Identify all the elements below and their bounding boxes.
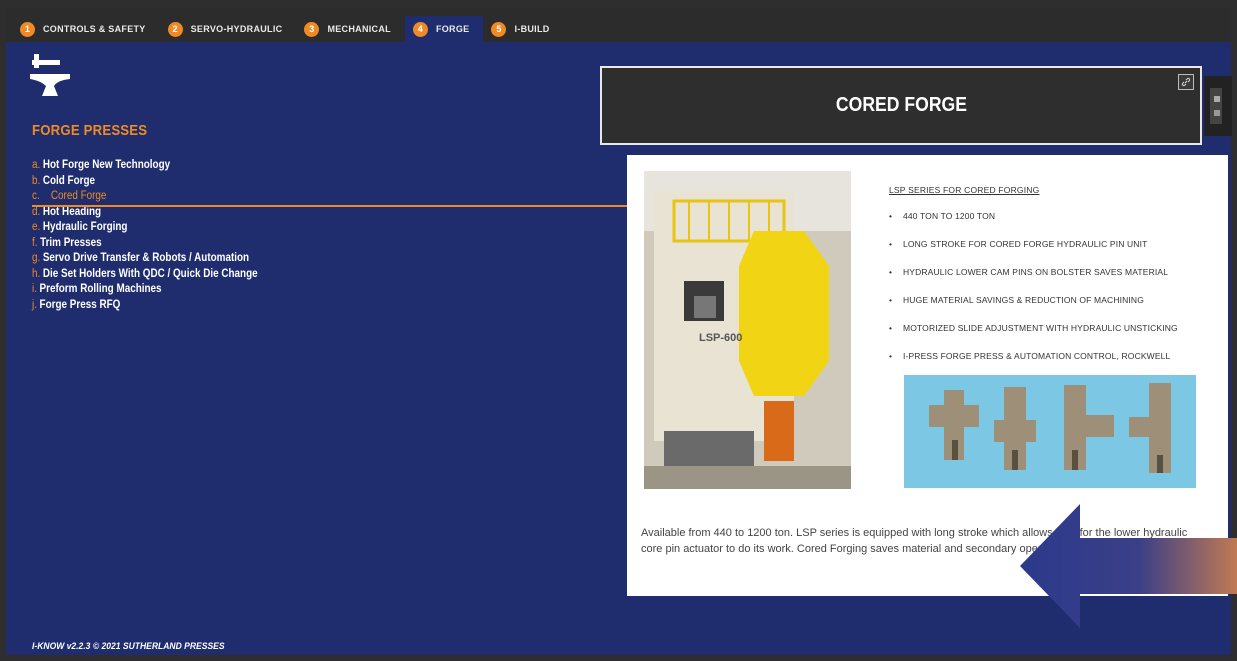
menu-item-label: Trim Presses: [40, 236, 102, 249]
section-title: FORGE PRESSES: [32, 122, 148, 139]
panel-title: CORED FORGE: [835, 94, 967, 116]
menu-item-label: Cold Forge: [42, 174, 96, 187]
menu-item-cold-forge[interactable]: b. Cold Forge: [32, 174, 258, 190]
menu-item-letter: f.: [32, 236, 38, 249]
menu-item-letter: h.: [32, 267, 41, 280]
forge-menu: a. Hot Forge New Technology b. Cold Forge …: [32, 158, 294, 313]
version-footer: I-KNOW v2.2.3 © 2021 SUTHERLAND PRESSES: [32, 641, 225, 652]
menu-item-forge-press-rfq[interactable]: j. Forge Press RFQ: [32, 298, 258, 314]
press-photo: LSP-600: [644, 171, 851, 489]
menu-item-letter: c.: [32, 190, 40, 202]
menu-item-letter: j.: [32, 298, 37, 311]
menu-item-trim-presses[interactable]: f. Trim Presses: [32, 236, 258, 252]
menu-item-label: Forge Press RFQ: [39, 298, 121, 311]
menu-item-label: Hydraulic Forging: [42, 221, 128, 233]
menu-item-die-set-holders[interactable]: h. Die Set Holders With QDC / Quick Die C…: [32, 267, 258, 283]
spec-item-text: HYDRAULIC LOWER CAM PINS ON BOLSTER SAVE…: [903, 267, 1169, 277]
spec-item-text: LONG STROKE FOR CORED FORGE HYDRAULIC PI…: [903, 239, 1148, 249]
tab-i-build[interactable]: 5 I-BUILD: [483, 16, 563, 42]
menu-item-label: Die Set Holders With QDC / Quick Die Cha…: [42, 267, 258, 280]
anvil-icon: [30, 54, 70, 96]
spec-item-text: HUGE MATERIAL SAVINGS & REDUCTION OF MAC…: [903, 295, 1144, 305]
press-model-label: LSP-600: [699, 332, 742, 344]
tab-number-badge: 3: [304, 21, 320, 37]
tab-label: SERVO-HYDRAULIC: [190, 24, 283, 34]
tab-forge[interactable]: 4 FORGE: [404, 16, 484, 42]
menu-item-letter: g.: [32, 252, 41, 264]
tab-label: MECHANICAL: [327, 24, 391, 34]
tab-number-badge: 5: [491, 21, 507, 37]
menu-item-hydraulic-forging[interactable]: e. Hydraulic Forging: [32, 220, 258, 236]
spec-item: • HYDRAULIC LOWER CAM PINS ON BOLSTER SAV…: [889, 267, 1169, 277]
spec-heading: LSP SERIES FOR CORED FORGING: [889, 185, 1040, 195]
menu-item-label: Preform Rolling Machines: [39, 283, 162, 295]
spec-item: • MOTORIZED SLIDE ADJUSTMENT WITH HYDRAUL…: [889, 323, 1178, 333]
spec-item: • LONG STROKE FOR CORED FORGE HYDRAULIC P…: [889, 239, 1148, 249]
spec-item-text: 440 TON TO 1200 TON: [903, 211, 996, 221]
menu-item-cored-forge[interactable]: c. Cored Forge: [32, 189, 258, 205]
tab-label: I-BUILD: [514, 24, 550, 34]
menu-item-label: Hot Forge New Technology: [42, 159, 171, 171]
spec-item-text: I-PRESS FORGE PRESS & AUTOMATION CONTROL…: [903, 351, 1171, 361]
menu-item-label: Servo Drive Transfer & Robots / Automati…: [42, 252, 250, 264]
tab-servo-hydraulic[interactable]: 2 SERVO-HYDRAULIC: [160, 16, 297, 42]
menu-item-label: Hot Heading: [42, 205, 102, 218]
panel-header: CORED FORGE: [600, 66, 1202, 145]
spec-item: • 440 TON TO 1200 TON: [889, 211, 996, 221]
tab-number-badge: 4: [412, 21, 428, 37]
menu-item-letter: e.: [32, 221, 41, 233]
menu-item-servo-drive-transfer[interactable]: g. Servo Drive Transfer & Robots / Automa…: [32, 251, 258, 267]
menu-item-label: Cored Forge: [50, 190, 107, 202]
tab-number-badge: 2: [167, 21, 183, 37]
forged-parts-image: [904, 375, 1196, 488]
tab-controls-safety[interactable]: 1 CONTROLS & SAFETY: [12, 16, 160, 42]
link-icon[interactable]: [1178, 74, 1194, 90]
tab-bar: 1 CONTROLS & SAFETY 2 SERVO-HYDRAULIC 3 …: [6, 8, 1231, 42]
menu-item-letter: b.: [32, 174, 41, 187]
side-thumbnail: [1204, 76, 1232, 136]
menu-item-letter: d.: [32, 205, 41, 218]
tab-number-badge: 1: [20, 21, 35, 37]
spec-item-text: MOTORIZED SLIDE ADJUSTMENT WITH HYDRAULI…: [903, 323, 1178, 333]
menu-item-hot-forge[interactable]: a. Hot Forge New Technology: [32, 158, 258, 174]
menu-item-letter: a.: [32, 159, 41, 171]
next-arrow-icon[interactable]: [1020, 504, 1237, 628]
tab-mechanical[interactable]: 3 MECHANICAL: [296, 16, 405, 42]
spec-item: • HUGE MATERIAL SAVINGS & REDUCTION OF MA…: [889, 295, 1144, 305]
menu-item-hot-heading[interactable]: d. Hot Heading: [32, 205, 258, 221]
menu-item-preform-rolling[interactable]: i. Preform Rolling Machines: [32, 282, 258, 298]
spec-list: • 440 TON TO 1200 TON • LONG STROKE FOR CO…: [889, 211, 1178, 379]
menu-item-letter: i.: [32, 283, 37, 295]
tab-label: FORGE: [435, 24, 470, 34]
selection-connector-line: [32, 205, 628, 207]
tab-label: CONTROLS & SAFETY: [43, 24, 146, 34]
